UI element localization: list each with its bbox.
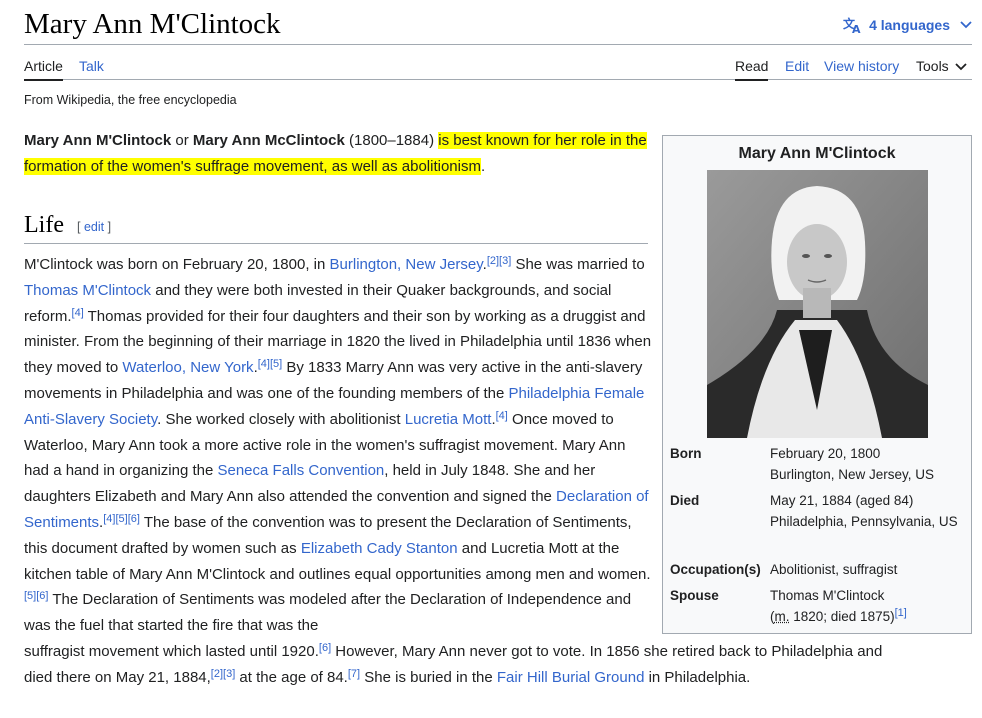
born-date: February 20, 1800 [770,446,881,461]
tab-read[interactable]: Read [735,57,769,81]
text: or [171,132,193,149]
name-alternate: Mary Ann McClintock [192,132,345,149]
text: in Philadelphia. [644,668,751,686]
chevron-down-icon [955,57,967,75]
spouse-name: Thomas M'Clintock [770,588,885,603]
text: at the age of 84. [235,668,348,686]
link-waterloo[interactable]: Waterloo, New York [122,359,253,376]
infobox-title: Mary Ann M'Clintock [738,145,896,162]
portrait-image[interactable] [707,170,928,438]
section-life-header: Life [ edit ] [24,206,648,244]
ref-2[interactable]: [2] [211,668,223,680]
page-tabs: Article Talk Read Edit View history Tool… [24,46,972,81]
infobox-row-born: Born February 20, 1800 Burlington, New J… [670,443,967,487]
infobox: Mary Ann M'Clintock Born February 20, 18… [662,135,972,634]
text: She was married to [511,256,645,273]
link-fair-hill-burial-ground[interactable]: Fair Hill Burial Ground [497,669,645,686]
tab-edit[interactable]: Edit [785,57,809,75]
infobox-value: Thomas M'Clintock (m. 1820; died 1875)[1… [770,585,975,627]
infobox-row-died: Died May 21, 1884 (aged 84) Philadelphia… [670,490,967,556]
text: However, Mary Ann never got to vote. In … [331,642,883,660]
ref-5[interactable]: [5] [24,590,36,602]
site-tagline: From Wikipedia, the free encyclopedia [24,93,237,107]
tab-article[interactable]: Article [24,57,63,81]
link-elizabeth-cady-stanton[interactable]: Elizabeth Cady Stanton [301,540,458,557]
infobox-value: February 20, 1800 Burlington, New Jersey… [770,443,975,485]
link-lucretia-mott[interactable]: Lucretia Mott [405,411,492,428]
link-burlington[interactable]: Burlington, New Jersey [330,256,483,273]
ref-3[interactable]: [3] [499,255,511,267]
ref-4[interactable]: [4] [72,307,84,319]
section-edit: [ edit ] [77,220,111,234]
infobox-row-occupation: Occupation(s) Abolitionist, suffragist [670,559,967,581]
tab-talk[interactable]: Talk [79,57,104,75]
infobox-label: Occupation(s) [670,562,761,577]
died-place: Philadelphia, Pennsylvania, US [770,514,958,529]
lead-paragraph: Mary Ann M'Clintock or Mary Ann McClinto… [24,128,649,179]
tools-label: Tools [916,58,949,74]
infobox-row-spouse: Spouse Thomas M'Clintock (m. 1820; died … [670,585,967,629]
bracket: ] [104,220,112,234]
svg-text:A: A [852,23,861,34]
wide-lines: suffragist movement which lasted until 1… [24,639,954,691]
text: The Declaration of Sentiments was modele… [24,591,632,635]
text: . She worked closely with abolitionist [157,410,405,428]
text: She is buried in the [360,668,497,686]
text: M'Clintock was born on February 20, 1800… [24,256,330,273]
name-primary: Mary Ann M'Clintock [24,132,172,149]
ref-6[interactable]: [6] [128,513,140,525]
ref-2[interactable]: [2] [487,255,499,267]
text: 1820; died 1875) [789,609,895,624]
text: . [480,157,486,175]
infobox-value: May 21, 1884 (aged 84) Philadelphia, Pen… [770,490,975,532]
infobox-value: Abolitionist, suffragist [770,562,898,577]
married-abbr: m. [774,609,790,624]
page-header: Mary Ann M'Clintock 文 A 4 languages [24,0,972,45]
ref-3[interactable]: [3] [223,668,235,680]
life-dates: (1800–1884) [344,132,439,149]
ref-7[interactable]: [7] [348,668,360,680]
ref-6[interactable]: [6] [319,642,331,654]
died-date: May 21, 1884 (aged 84) [770,493,914,508]
tools-menu[interactable]: Tools [916,57,967,75]
infobox-label: Died [670,493,700,508]
link-thomas-mclintock[interactable]: Thomas M'Clintock [24,282,151,299]
infobox-label: Born [670,446,702,461]
life-paragraph: M'Clintock was born on February 20, 1800… [24,252,882,691]
bracket: [ [77,220,84,234]
section-heading: Life [24,212,64,238]
ref-6[interactable]: [6] [36,590,48,602]
translate-icon: 文 A [843,16,863,34]
language-selector[interactable]: 文 A 4 languages [843,14,972,36]
ref-4[interactable]: [4] [496,410,508,422]
ref-5[interactable]: [5] [115,513,127,525]
ref-5[interactable]: [5] [270,358,282,370]
ref-1[interactable]: [1] [895,607,907,619]
text: died there on May 21, 1884, [24,668,211,686]
ref-4[interactable]: [4] [103,513,115,525]
ref-4[interactable]: [4] [258,358,270,370]
language-count: 4 languages [869,17,950,33]
page-title: Mary Ann M'Clintock [24,8,281,40]
chevron-down-icon [960,21,972,29]
link-seneca-falls-convention[interactable]: Seneca Falls Convention [217,462,384,479]
spouse-detail: (m. 1820; died 1875)[1] [770,606,975,627]
infobox-label: Spouse [670,588,719,603]
tab-view-history[interactable]: View history [824,57,899,75]
text: suffragist movement which lasted until 1… [24,642,319,660]
born-place: Burlington, New Jersey, US [770,467,935,482]
section-edit-link[interactable]: edit [84,220,104,234]
